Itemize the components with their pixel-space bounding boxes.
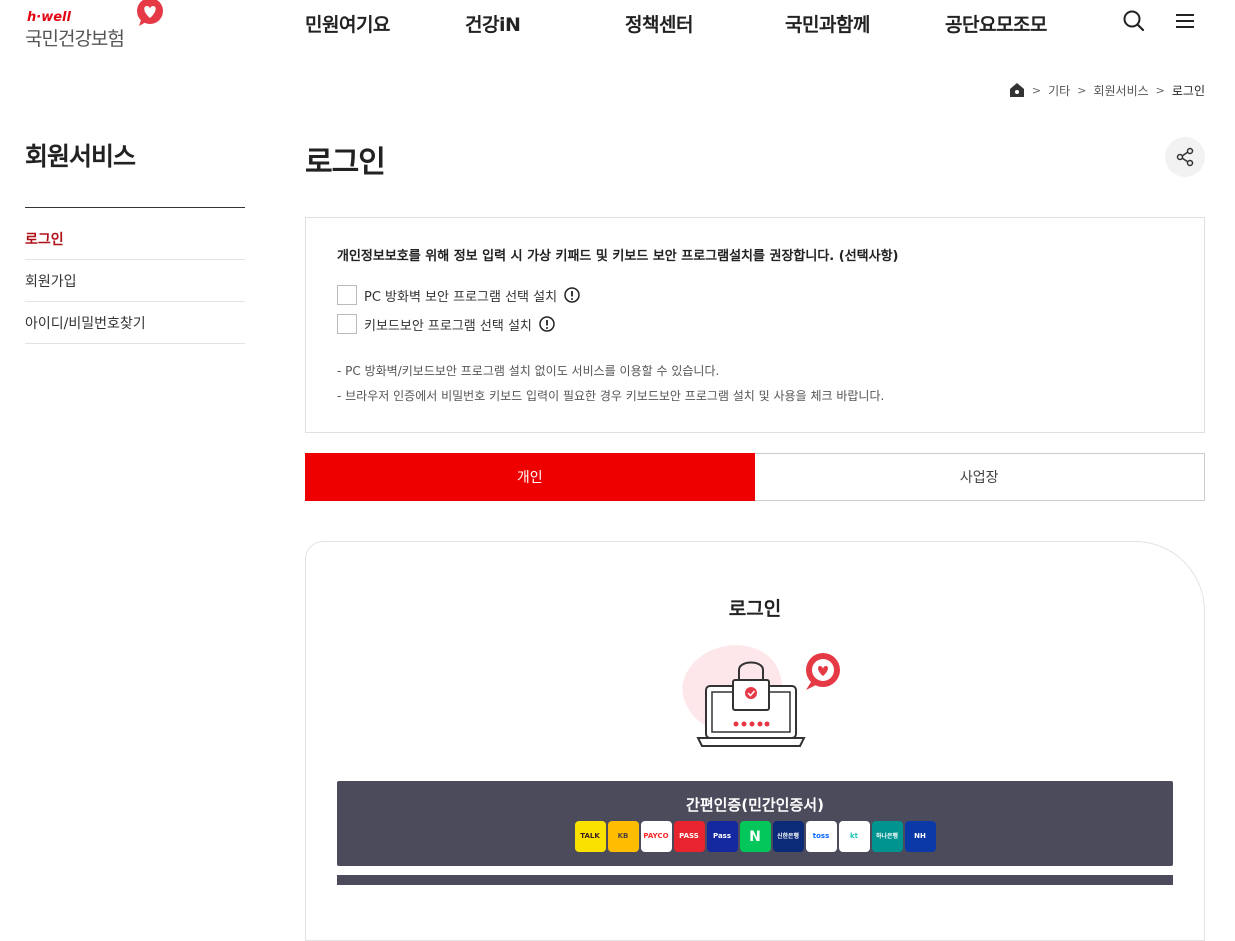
simple-auth-panel[interactable]: 간편인증(민간인증서) TALK KB PAYCO PASS Pass N 신한…: [337, 781, 1173, 866]
site-header: h·well 국민건강보험 민원여기요 건강iN 정책센터 국민과함께 공단요모…: [0, 0, 1235, 50]
breadcrumb: > 기타 > 회원서비스 > 로그인: [1009, 81, 1205, 99]
kt-auth-icon[interactable]: kt: [838, 821, 870, 852]
kakaotalk-auth-icon[interactable]: TALK: [574, 821, 606, 852]
notice-note: - PC 방화벽/키보드보안 프로그램 설치 없이도 서비스를 이용할 수 있습…: [337, 364, 720, 378]
nav-item-civil-service[interactable]: 민원여기요: [305, 10, 390, 37]
info-icon[interactable]: [564, 287, 580, 303]
nav-item-policy-center[interactable]: 정책센터: [625, 10, 693, 37]
nav-item-health-in[interactable]: 건강iN: [465, 10, 521, 37]
breadcrumb-separator: >: [1155, 83, 1165, 97]
breadcrumb-item-etc[interactable]: 기타: [1048, 82, 1070, 99]
sidebar-menu: 로그인 회원가입 아이디/비밀번호찾기: [25, 218, 245, 344]
kb-auth-icon[interactable]: KB: [607, 821, 639, 852]
breadcrumb-item-member-service[interactable]: 회원서비스: [1093, 82, 1148, 99]
member-type-tabs: 개인 사업장: [305, 453, 1205, 501]
share-icon: [1176, 147, 1194, 167]
toss-auth-icon[interactable]: toss: [805, 821, 837, 852]
tab-business[interactable]: 사업장: [754, 453, 1205, 501]
share-button[interactable]: [1165, 137, 1205, 177]
keyboard-security-checkbox[interactable]: [337, 314, 357, 334]
samsung-pass-auth-icon[interactable]: Pass: [706, 821, 738, 852]
nav-item-about[interactable]: 공단요모조모: [945, 10, 1047, 37]
login-card-title: 로그인: [728, 598, 782, 620]
nh-auth-icon[interactable]: NH: [904, 821, 936, 852]
auth-provider-list: TALK KB PAYCO PASS Pass N 신한은행 toss kt 하…: [337, 821, 1173, 852]
simple-auth-title: 간편인증(민간인증서): [686, 796, 824, 814]
search-icon[interactable]: [1121, 8, 1147, 34]
naver-auth-icon[interactable]: N: [739, 821, 771, 852]
login-card: 로그인 간편인증(민간인증서) TALK KB PAYCO PASS Pass …: [305, 541, 1205, 941]
hana-bank-auth-icon[interactable]: 하나은행: [871, 821, 903, 852]
global-nav: 민원여기요 건강iN 정책센터 국민과함께 공단요모조모: [0, 10, 1235, 36]
security-notice-headline: 개인정보보호를 위해 정보 입력 시 가상 키패드 및 키보드 보안 프로그램설…: [337, 249, 899, 264]
sidebar-item-find-id-password[interactable]: 아이디/비밀번호찾기: [25, 302, 245, 344]
notice-note: - 브라우저 인증에서 비밀번호 키보드 입력이 필요한 경우 키보드보안 프로…: [337, 389, 885, 403]
security-notice-box: 개인정보보호를 위해 정보 입력 시 가상 키패드 및 키보드 보안 프로그램설…: [305, 217, 1205, 433]
firewall-install-checkbox[interactable]: [337, 285, 357, 305]
page-title: 로그인: [305, 145, 386, 180]
sidebar-item-login[interactable]: 로그인: [25, 218, 245, 260]
payco-auth-icon[interactable]: PAYCO: [640, 821, 672, 852]
tab-individual[interactable]: 개인: [305, 453, 755, 501]
hamburger-menu-icon[interactable]: [1172, 8, 1198, 34]
info-icon[interactable]: [539, 316, 555, 332]
firewall-install-label: PC 방화벽 보안 프로그램 선택 설치: [364, 289, 558, 305]
certificate-auth-panel[interactable]: [337, 875, 1173, 885]
nav-item-with-people[interactable]: 국민과함께: [785, 10, 870, 37]
breadcrumb-item-current: 로그인: [1171, 83, 1205, 98]
breadcrumb-separator: >: [1077, 83, 1087, 97]
sidebar-divider: [25, 207, 245, 208]
laptop-lock-illustration: [682, 645, 840, 747]
home-icon[interactable]: [1009, 82, 1025, 98]
keyboard-security-option[interactable]: 키보드보안 프로그램 선택 설치: [337, 314, 555, 334]
shinhan-auth-icon[interactable]: 신한은행: [772, 821, 804, 852]
keyboard-security-label: 키보드보안 프로그램 선택 설치: [364, 318, 532, 334]
firewall-install-option[interactable]: PC 방화벽 보안 프로그램 선택 설치: [337, 285, 580, 305]
sidebar-item-signup[interactable]: 회원가입: [25, 260, 245, 302]
sidebar-title: 회원서비스: [25, 142, 136, 171]
pass-auth-icon[interactable]: PASS: [673, 821, 705, 852]
breadcrumb-separator: >: [1031, 83, 1042, 97]
